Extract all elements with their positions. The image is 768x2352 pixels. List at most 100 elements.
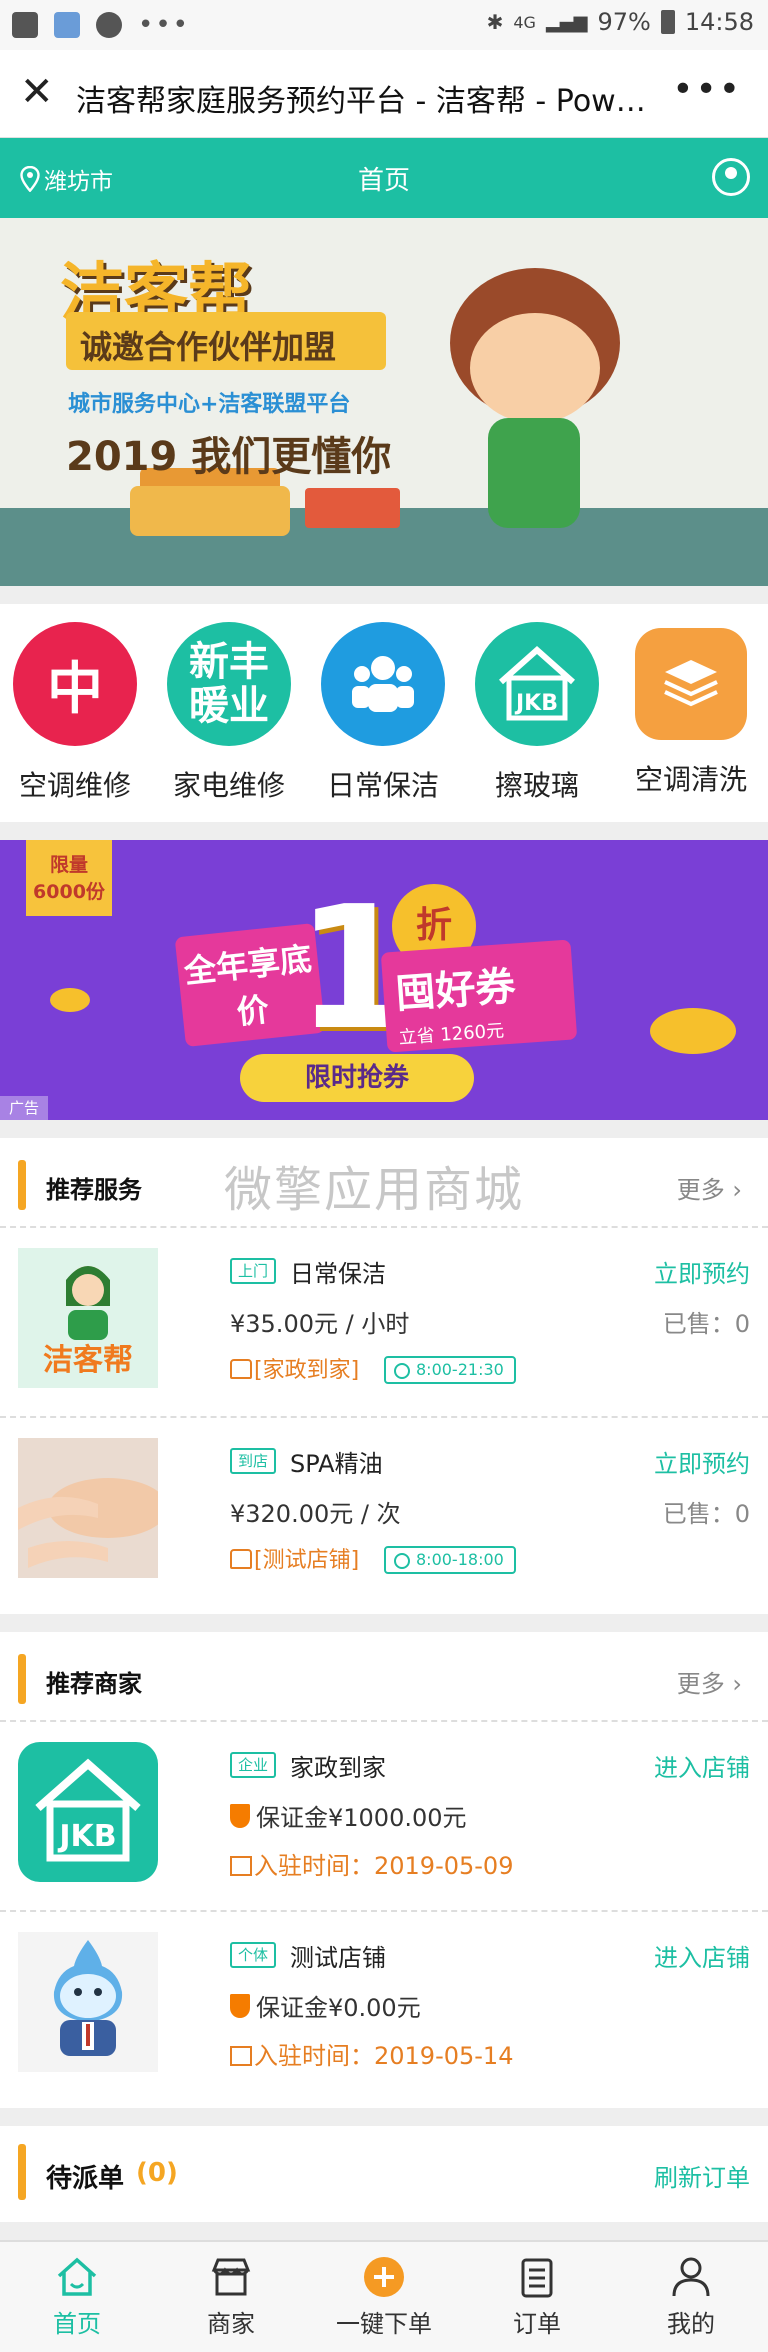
more-label: 更多 (676, 1176, 725, 1204)
section-title: 推荐商家 (46, 1670, 142, 1698)
calendar-icon (230, 1856, 252, 1876)
service-item[interactable]: 到店 SPA精油 立即预约 ¥320.00元 / 次 已售：0 [测试店铺] 8… (0, 1418, 768, 1608)
person-icon (668, 2254, 714, 2300)
people-icon (321, 622, 445, 746)
limited-badge: 限量 6000份 (26, 840, 112, 916)
grab-coupon-button[interactable]: 限时抢券 (240, 1054, 474, 1102)
banner-subtitle: 城市服务中心+洁客联盟平台 (68, 392, 351, 417)
section-accent-bar (18, 2144, 26, 2200)
banner-slogan: 诚邀合作伙伴加盟 (66, 312, 386, 370)
deposit-text: 保证金¥1000.00元 (256, 1804, 467, 1832)
more-label: 更多 (676, 1670, 725, 1698)
store-icon (230, 1549, 252, 1569)
brand-logo-icon: 中 (13, 622, 137, 746)
hero-banner[interactable]: 洁客帮 诚邀合作伙伴加盟 城市服务中心+洁客联盟平台 2019 我们更懂你 (0, 218, 768, 586)
thumb-logo-text: 洁客帮 (43, 1343, 133, 1378)
merchant-logo: JKB (18, 1742, 158, 1882)
tab-label: 一键下单 (336, 2310, 432, 2338)
shop-link[interactable]: [家政到家] (230, 1352, 359, 1384)
category-label: 擦玻璃 (494, 769, 579, 802)
service-item[interactable]: 洁客帮 上门 日常保洁 立即预约 ¥35.00元 / 小时 已售：0 [家政到家… (0, 1228, 768, 1418)
page-title: 洁客帮家庭服务预约平台 - 洁客帮 - Pow… (76, 84, 646, 119)
shield-icon (230, 1803, 250, 1828)
category-window-cleaning[interactable]: JKB 擦玻璃 (462, 622, 612, 804)
bottom-tab-bar: 首页 商家 一键下单 订单 我的 (0, 2240, 768, 2352)
browser-title-bar: ✕ 洁客帮家庭服务预约平台 - 洁客帮 - Pow… ••• (0, 50, 768, 138)
service-type-tag: 到店 (230, 1448, 277, 1474)
services-header: 推荐服务 微擎应用商城 更多 › (0, 1138, 768, 1228)
gallery-icon (12, 12, 38, 38)
enter-store-button[interactable]: 进入店铺 (654, 1748, 750, 1783)
app-icon (96, 12, 122, 38)
category-label: 日常保洁 (326, 769, 439, 802)
section-accent-bar (18, 1654, 26, 1704)
tab-home[interactable]: 首页 (2, 2254, 152, 2339)
merchants-more-link[interactable]: 更多 › (677, 1664, 742, 1699)
joined-text: 入驻时间：2019-05-09 (254, 1852, 514, 1880)
ad-right-box: 囤好券 立省 1260元 (380, 939, 578, 1053)
calendar-icon (230, 2046, 252, 2066)
pending-count: (0) (136, 2158, 178, 2188)
category-appliance-repair[interactable]: 新丰暖业 家电维修 (154, 622, 304, 804)
tab-merchants[interactable]: 商家 (156, 2254, 306, 2339)
merchants-header: 推荐商家 更多 › (0, 1632, 768, 1722)
shop-name: [测试店铺] (254, 1548, 360, 1573)
clock: 14:58 (684, 8, 754, 36)
notification-icon (54, 12, 80, 38)
tab-label: 商家 (207, 2310, 255, 2338)
services-more-link[interactable]: 更多 › (677, 1170, 742, 1205)
store-icon (230, 1359, 252, 1379)
shop-name: [家政到家] (254, 1358, 360, 1383)
refresh-orders-button[interactable]: 刷新订单 (654, 2158, 750, 2193)
banner-cabinet (305, 488, 400, 528)
more-notifications-icon: ••• (138, 10, 191, 40)
category-aircon-repair[interactable]: 中 空调维修 (0, 622, 150, 804)
chevron-right-icon: › (732, 1176, 742, 1204)
deposit-text: 保证金¥0.00元 (256, 1994, 421, 2022)
banner-character-body (488, 418, 580, 528)
ad-tag: 广告 (0, 1096, 48, 1120)
enter-store-button[interactable]: 进入店铺 (654, 1938, 750, 1973)
tab-quick-order[interactable]: 一键下单 (309, 2254, 459, 2339)
shop-link[interactable]: [测试店铺] (230, 1542, 359, 1574)
service-type-tag: 上门 (230, 1258, 277, 1284)
tab-profile[interactable]: 我的 (616, 2254, 766, 2339)
banner-tagline: 2019 我们更懂你 (66, 434, 392, 480)
brand-logo-icon: 新丰暖业 (167, 622, 291, 746)
layers-icon (635, 628, 747, 740)
service-thumbnail: 洁客帮 (18, 1248, 158, 1388)
recommended-services: 推荐服务 微擎应用商城 更多 › 洁客帮 上门 日常保洁 立即预约 ¥35.00… (0, 1138, 768, 1614)
user-avatar-icon[interactable] (712, 158, 750, 196)
battery-icon (660, 10, 675, 34)
more-menu-icon[interactable]: ••• (672, 72, 742, 108)
signal-icon: ▂▄▆ (545, 11, 588, 33)
service-name: SPA精油 (290, 1450, 383, 1478)
section-title: 推荐服务 (46, 1176, 142, 1204)
merchant-item[interactable]: JKB 企业 家政到家 进入店铺 保证金¥1000.00元 入驻时间：2019-… (0, 1722, 768, 1912)
shield-icon (230, 1993, 250, 2018)
status-left-icons: ••• (12, 10, 190, 40)
category-label: 空调维修 (18, 769, 131, 802)
tab-orders[interactable]: 订单 (462, 2254, 612, 2339)
merchant-joined: 入驻时间：2019-05-14 (230, 2036, 513, 2071)
service-hours: 8:00-18:00 (384, 1546, 516, 1574)
merchant-name: 测试店铺 (290, 1944, 386, 1972)
ad-right-sub: 立省 1260元 (398, 1020, 505, 1049)
header-title: 首页 (357, 166, 410, 196)
merchant-type-tag: 个体 (230, 1942, 277, 1968)
tab-label: 首页 (53, 2310, 101, 2338)
badge-line-2: 6000份 (33, 881, 105, 903)
book-now-button[interactable]: 立即预约 (654, 1254, 750, 1289)
coupon-ad-banner[interactable]: 限量 6000份 全年享底价 1 折 囤好券 立省 1260元 限时抢券 广告 (0, 840, 768, 1120)
jkb-text: JKB (514, 691, 558, 716)
book-now-button[interactable]: 立即预约 (654, 1444, 750, 1479)
jkb-text: JKB (57, 1819, 116, 1854)
merchant-item[interactable]: 个体 测试店铺 进入店铺 保证金¥0.00元 入驻时间：2019-05-14 (0, 1912, 768, 2102)
signal-label: 4G (513, 12, 536, 32)
tab-label: 订单 (513, 2310, 561, 2338)
close-icon[interactable]: ✕ (20, 72, 60, 112)
category-aircon-cleaning[interactable]: 空调清洗 (616, 622, 766, 798)
merchant-joined: 入驻时间：2019-05-09 (230, 1846, 513, 1881)
app-header: 潍坊市 首页 (0, 138, 768, 218)
category-daily-cleaning[interactable]: 日常保洁 (308, 622, 458, 804)
